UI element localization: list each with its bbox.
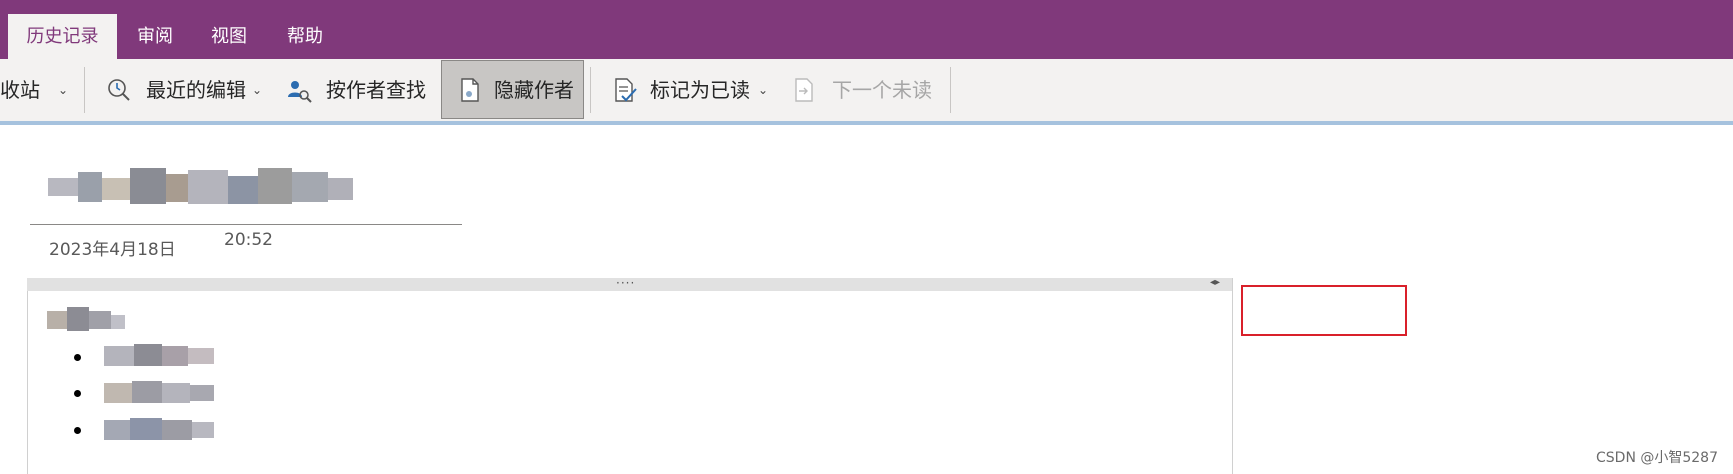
hide-authors-label: 隐藏作者 xyxy=(494,78,574,102)
chevron-down-icon: ⌄ xyxy=(58,83,69,97)
tab-view[interactable]: 视图 xyxy=(211,14,247,59)
next-unread-button[interactable]: 下一个未读 xyxy=(792,59,942,121)
ribbon-separator xyxy=(590,67,591,113)
note-container xyxy=(27,278,1233,474)
next-unread-label: 下一个未读 xyxy=(832,78,932,102)
title-tab-bar xyxy=(0,0,1733,59)
mark-as-read-button[interactable]: 标记为已读 ⌄ xyxy=(612,59,772,121)
ribbon-separator xyxy=(950,67,951,113)
watermark: CSDN @小智5287 xyxy=(1596,450,1718,466)
list-bullet xyxy=(74,427,81,434)
tab-help[interactable]: 帮助 xyxy=(287,14,323,59)
ribbon-separator xyxy=(84,67,85,113)
recent-edits-label: 最近的编辑 xyxy=(146,78,246,102)
tab-history[interactable]: 历史记录 xyxy=(8,14,117,59)
list-item-redacted xyxy=(104,418,214,440)
find-by-author-label: 按作者查找 xyxy=(326,78,426,102)
chevron-down-icon: ⌄ xyxy=(758,83,769,97)
page-title-redacted xyxy=(48,168,353,204)
mark-as-read-label: 标记为已读 xyxy=(650,78,750,102)
drag-handle-icon[interactable]: ···· xyxy=(616,277,635,289)
title-underline xyxy=(30,224,462,225)
recycle-bin-label: 回收站 xyxy=(0,78,40,102)
hide-authors-button[interactable]: 隐藏作者 xyxy=(441,60,584,119)
recent-edits-button[interactable]: 最近的编辑 ⌄ xyxy=(104,59,264,121)
tab-review[interactable]: 审阅 xyxy=(137,14,173,59)
highlight-annotation-box xyxy=(1241,285,1407,336)
page-date: 2023年4月18日 xyxy=(49,240,176,260)
list-bullet xyxy=(74,390,81,397)
resize-arrows-icon[interactable]: ◂▸ xyxy=(1210,277,1220,288)
clock-search-icon xyxy=(108,79,130,101)
note-heading-redacted xyxy=(47,307,125,331)
document-person-icon xyxy=(461,78,479,102)
document-check-icon xyxy=(615,78,637,102)
list-bullet xyxy=(74,354,81,361)
find-by-author-button[interactable]: 按作者查找 xyxy=(286,59,431,121)
page-time: 20:52 xyxy=(224,230,273,250)
chevron-down-icon: ⌄ xyxy=(252,83,263,97)
list-item-redacted xyxy=(104,381,214,403)
person-search-icon xyxy=(288,81,312,103)
document-next-icon xyxy=(795,78,813,102)
ribbon: 回收站 ⌄ 最近的编辑 ⌄ 按作者查找 隐藏作者 xyxy=(0,59,1733,121)
list-item-redacted xyxy=(104,344,214,366)
recycle-bin-dropdown[interactable]: ⌄ xyxy=(58,59,70,121)
ribbon-bottom-border xyxy=(0,121,1733,125)
